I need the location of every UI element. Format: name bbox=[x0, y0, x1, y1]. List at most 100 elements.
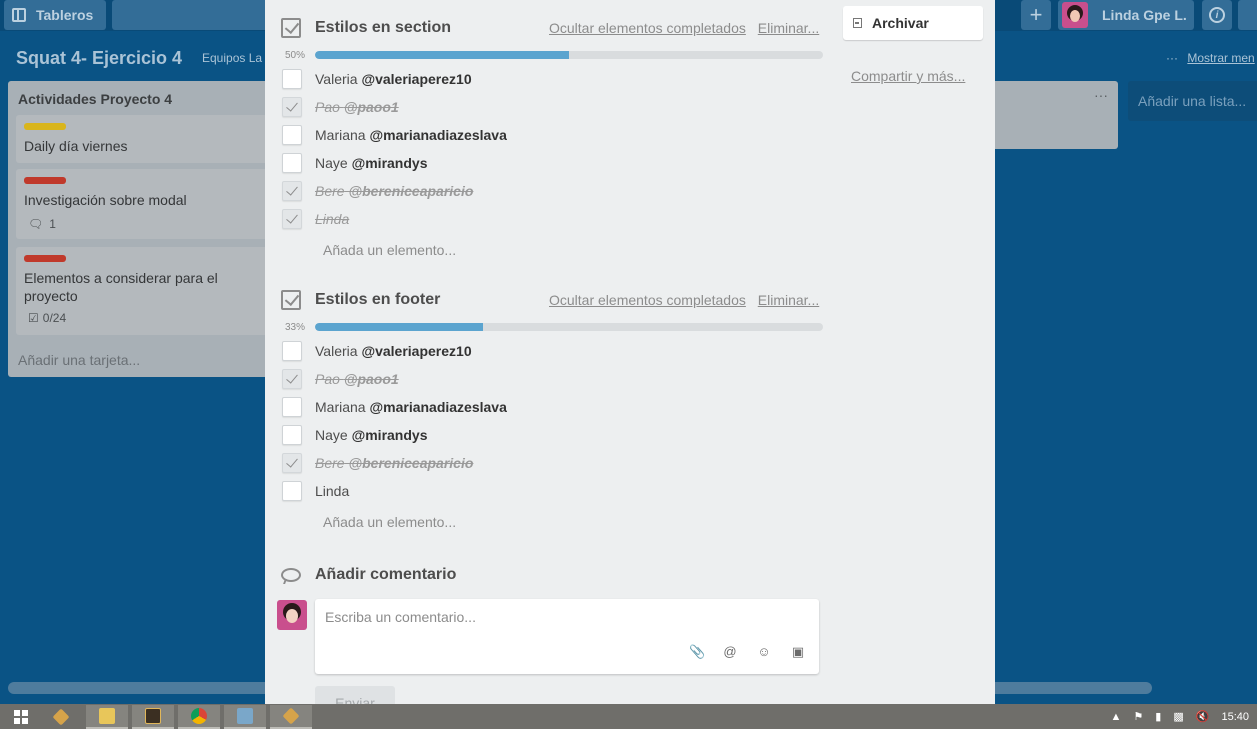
checklist-item[interactable]: Bere @bereniceaparicio bbox=[282, 453, 842, 473]
taskbar-app[interactable] bbox=[86, 705, 128, 729]
comment-box[interactable]: 📎 @ ☺ ▣ bbox=[315, 599, 819, 674]
checklist-item[interactable]: Pao @paoo1 bbox=[282, 369, 842, 389]
delete-checklist-link[interactable]: Eliminar... bbox=[758, 292, 819, 308]
search-box[interactable] bbox=[112, 0, 272, 30]
checklist-item[interactable]: Mariana @marianadiazeslava bbox=[282, 397, 842, 417]
checklist-title[interactable]: Estilos en footer bbox=[315, 291, 440, 309]
checklist-header: Estilos en footer bbox=[281, 288, 440, 312]
item-text[interactable]: Pao @paoo1 bbox=[315, 99, 399, 115]
checklist-header: Estilos en section bbox=[281, 16, 451, 40]
battery-icon[interactable]: ▮ bbox=[1155, 710, 1161, 723]
comment-header: Añadir comentario bbox=[281, 566, 456, 584]
send-button[interactable]: Enviar bbox=[315, 686, 395, 704]
show-menu-button[interactable]: ··· Mostrar men bbox=[1166, 51, 1255, 65]
item-text[interactable]: Pao @paoo1 bbox=[315, 371, 399, 387]
item-text[interactable]: Valeria @valeriaperez10 bbox=[315, 343, 472, 359]
hide-completed-link[interactable]: Ocultar elementos completados bbox=[549, 20, 746, 36]
comment-title: Añadir comentario bbox=[315, 566, 457, 583]
flag-icon[interactable]: ⚑ bbox=[1133, 710, 1143, 723]
add-item-button[interactable]: Añada un elemento... bbox=[323, 514, 456, 530]
checklist-item[interactable]: Linda bbox=[282, 209, 842, 229]
item-text[interactable]: Mariana @marianadiazeslava bbox=[315, 127, 507, 143]
card[interactable]: Daily día viernes bbox=[16, 115, 274, 163]
user-menu-button[interactable]: Linda Gpe L. bbox=[1058, 0, 1194, 30]
item-checkbox[interactable] bbox=[282, 369, 302, 389]
checklist-item[interactable]: Linda bbox=[282, 481, 842, 501]
chevron-up-icon[interactable]: ▲ bbox=[1111, 711, 1122, 723]
emoji-icon[interactable]: ☺ bbox=[757, 644, 771, 660]
item-checkbox[interactable] bbox=[282, 425, 302, 445]
comment-input[interactable] bbox=[325, 609, 805, 625]
item-text[interactable]: Linda bbox=[315, 483, 349, 499]
comments-badge: 🗨 1 bbox=[28, 217, 56, 231]
boards-label: Tableros bbox=[36, 7, 94, 23]
board-list: Actividades Proyecto 4 Daily día viernes… bbox=[8, 81, 274, 377]
avatar[interactable] bbox=[277, 600, 307, 630]
item-checkbox[interactable] bbox=[282, 125, 302, 145]
item-checkbox[interactable] bbox=[282, 153, 302, 173]
start-button[interactable] bbox=[0, 705, 42, 729]
item-checkbox[interactable] bbox=[282, 97, 302, 117]
progress-bar bbox=[315, 323, 823, 331]
card[interactable]: Elementos a considerar para el proyecto … bbox=[16, 247, 274, 335]
item-checkbox[interactable] bbox=[282, 397, 302, 417]
notifications-button[interactable] bbox=[1238, 0, 1257, 30]
delete-checklist-link[interactable]: Eliminar... bbox=[758, 20, 819, 36]
taskbar-app[interactable] bbox=[270, 705, 312, 729]
item-checkbox[interactable] bbox=[282, 453, 302, 473]
item-checkbox[interactable] bbox=[282, 69, 302, 89]
taskbar-app[interactable] bbox=[224, 705, 266, 729]
taskbar-app[interactable] bbox=[40, 705, 82, 729]
item-checkbox[interactable] bbox=[282, 341, 302, 361]
checklist-item[interactable]: Valeria @valeriaperez10 bbox=[282, 69, 842, 89]
taskbar-app[interactable] bbox=[132, 705, 174, 729]
add-list-button[interactable]: Añadir una lista... bbox=[1128, 81, 1257, 121]
item-text[interactable]: Valeria @valeriaperez10 bbox=[315, 71, 472, 87]
comment-icon: 🗨 bbox=[28, 217, 44, 231]
chrome-icon bbox=[191, 708, 207, 724]
list-menu-icon[interactable]: ··· bbox=[1094, 87, 1108, 103]
archive-button[interactable]: Archivar bbox=[843, 6, 983, 40]
item-text[interactable]: Mariana @marianadiazeslava bbox=[315, 399, 507, 415]
checklist-item[interactable]: Naye @mirandys bbox=[282, 425, 842, 445]
volume-icon[interactable]: 🔇 bbox=[1196, 710, 1210, 723]
avatar bbox=[1062, 2, 1088, 28]
info-button[interactable]: i bbox=[1202, 0, 1232, 30]
card[interactable]: Investigación sobre modal 🗨 1 bbox=[16, 169, 274, 239]
progress-fill bbox=[315, 323, 483, 331]
checklist-item[interactable]: Bere @bereniceaparicio bbox=[282, 181, 842, 201]
boards-button[interactable]: Tableros bbox=[4, 0, 106, 30]
clock[interactable]: 15:40 bbox=[1221, 711, 1249, 723]
checklist-item[interactable]: Naye @mirandys bbox=[282, 153, 842, 173]
taskbar-app[interactable] bbox=[178, 705, 220, 729]
add-item-button[interactable]: Añada un elemento... bbox=[323, 242, 456, 258]
hide-completed-link[interactable]: Ocultar elementos completados bbox=[549, 292, 746, 308]
board-team[interactable]: Equipos La bbox=[202, 51, 262, 65]
archive-icon bbox=[853, 18, 862, 28]
list-title[interactable]: Actividades Proyecto 4 bbox=[18, 91, 172, 107]
item-checkbox[interactable] bbox=[282, 481, 302, 501]
checklist-item[interactable]: Valeria @valeriaperez10 bbox=[282, 341, 842, 361]
checklist-item[interactable]: Mariana @marianadiazeslava bbox=[282, 125, 842, 145]
card-icon[interactable]: ▣ bbox=[791, 644, 805, 660]
board-title[interactable]: Squat 4- Ejercicio 4 bbox=[16, 48, 182, 69]
item-checkbox[interactable] bbox=[282, 181, 302, 201]
checklist-item[interactable]: Pao @paoo1 bbox=[282, 97, 842, 117]
network-icon[interactable]: ▩ bbox=[1173, 710, 1183, 723]
mention-icon[interactable]: @ bbox=[723, 644, 737, 660]
add-button[interactable]: + bbox=[1021, 0, 1051, 30]
share-link[interactable]: Compartir y más... bbox=[851, 68, 965, 84]
progress-fill bbox=[315, 51, 569, 59]
item-text[interactable]: Linda bbox=[315, 211, 349, 227]
item-text[interactable]: Naye @mirandys bbox=[315, 427, 427, 443]
folder-icon bbox=[99, 708, 115, 724]
item-checkbox[interactable] bbox=[282, 209, 302, 229]
attachment-icon[interactable]: 📎 bbox=[689, 644, 705, 660]
add-card-button[interactable]: Añadir una tarjeta... bbox=[18, 352, 140, 368]
item-text[interactable]: Bere @bereniceaparicio bbox=[315, 455, 473, 471]
item-text[interactable]: Naye @mirandys bbox=[315, 155, 427, 171]
checklist-title[interactable]: Estilos en section bbox=[315, 19, 451, 37]
item-text[interactable]: Bere @bereniceaparicio bbox=[315, 183, 473, 199]
progress-percent: 33% bbox=[285, 322, 306, 333]
checklist-badge: ☑ 0/24 bbox=[28, 311, 66, 325]
